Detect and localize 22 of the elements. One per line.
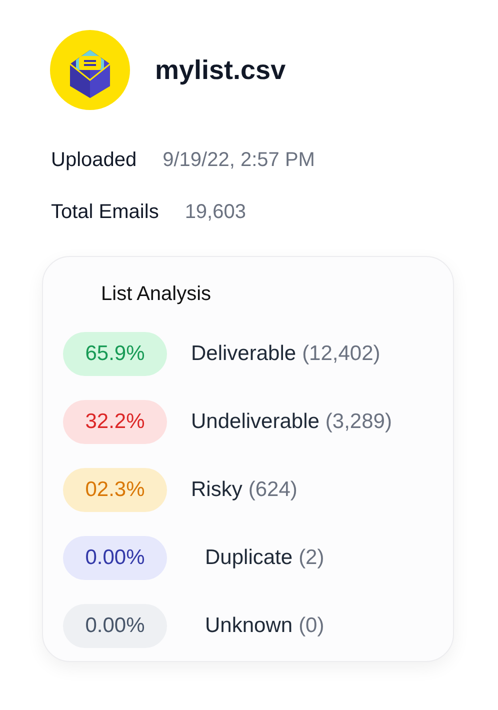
category-count: (3,289) <box>325 410 392 434</box>
percent-badge: 65.9% <box>63 332 167 376</box>
category-label: Undeliverable <box>191 410 320 434</box>
category-count: (624) <box>248 478 298 502</box>
percent-badge: 02.3% <box>63 468 167 512</box>
category-count: (2) <box>298 546 324 570</box>
envelope-icon <box>50 30 130 110</box>
category-count: (0) <box>298 614 324 638</box>
card-title: List Analysis <box>101 283 212 306</box>
detail-value: 19,603 <box>184 200 246 224</box>
detail-value: 9/19/22, 2:57 PM <box>162 148 315 172</box>
category-label: Duplicate <box>205 546 293 570</box>
category-label: Risky <box>191 478 242 502</box>
percent-badge: 32.2% <box>63 400 167 444</box>
category-count: (12,402) <box>302 342 380 366</box>
percent-badge: 0.00% <box>63 604 167 648</box>
file-name: mylist.csv <box>155 54 286 86</box>
percent-badge: 0.00% <box>63 536 167 580</box>
detail-label: Uploaded <box>51 148 137 172</box>
category-label: Unknown <box>205 614 293 638</box>
detail-label: Total Emails <box>51 200 159 224</box>
category-label: Deliverable <box>191 342 296 366</box>
